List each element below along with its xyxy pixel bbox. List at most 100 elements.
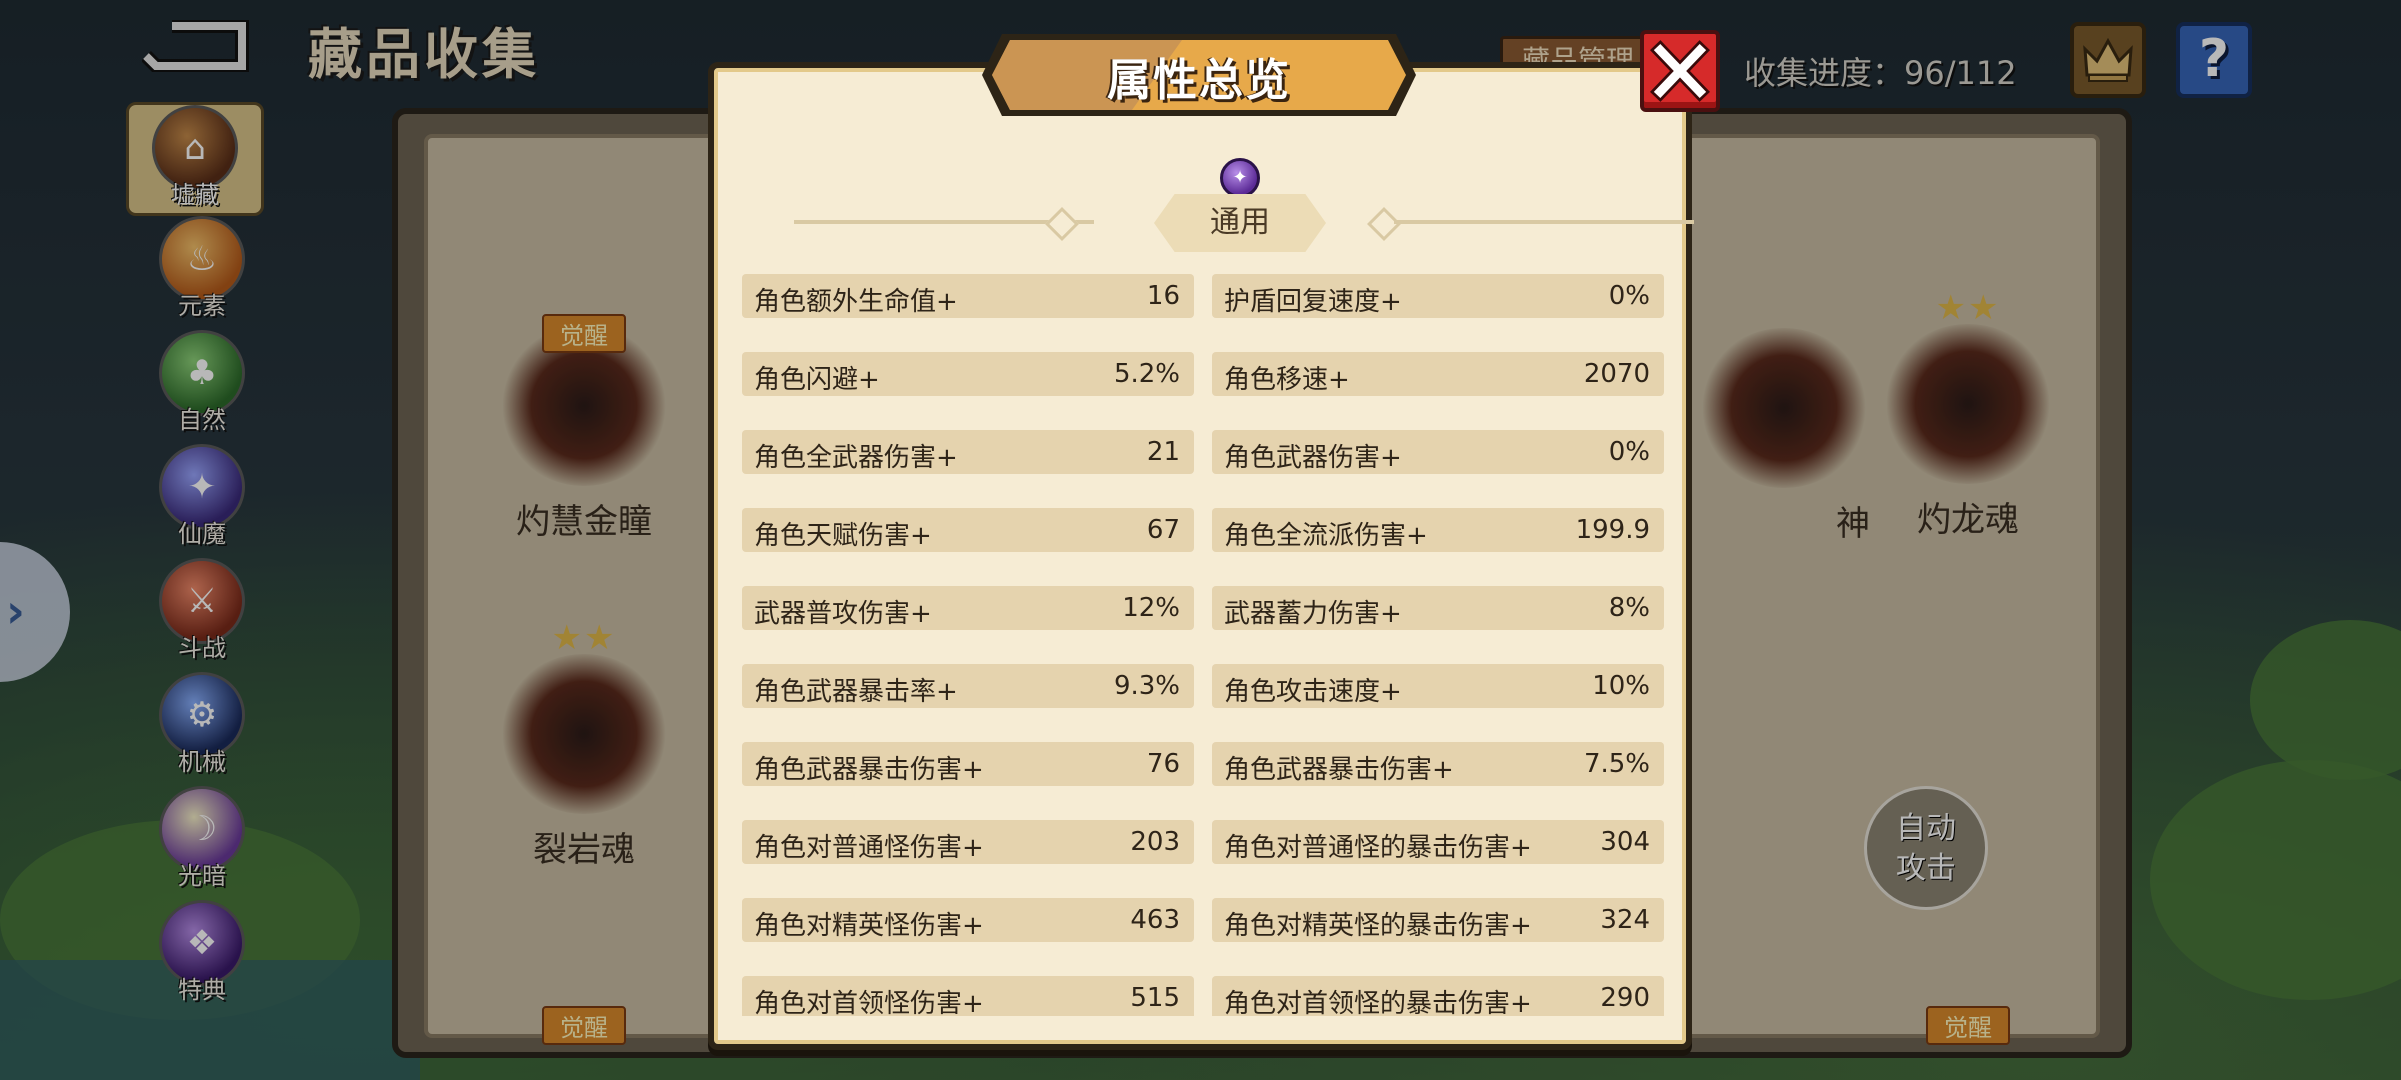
stat-name: 武器普攻伤害+ [754, 599, 932, 629]
stat-row: 角色武器伤害+ 0% [1212, 430, 1664, 474]
relic-art [1883, 324, 2053, 484]
attribute-overview-modal: 属性总览 ✦ 通用 角色额外生命值+ 16 护盾回复速度+ 0% 角色闪避+ 5.2% 角色… [708, 34, 1694, 1050]
sidebar-item-label: 特典 [178, 976, 226, 1004]
stat-row: 角色天赋伤害+ 67 [742, 508, 1194, 552]
sidebar-item-label: 自然 [178, 406, 226, 434]
stat-value: 21 [1146, 437, 1180, 467]
stat-row: 角色攻击速度+ 10% [1212, 664, 1664, 708]
chevron-right-icon: › [6, 584, 25, 638]
stat-row: 角色移速+ 2070 [1212, 352, 1664, 396]
stat-value: 5.2% [1113, 359, 1180, 389]
sidebar-item-label: 光暗 [178, 862, 226, 890]
relic-name: 裂岩魂 [533, 830, 635, 870]
stat-name: 角色对首领怪的暴击伤害+ [1224, 989, 1532, 1016]
sidebar-item-yuansu[interactable]: ♨ 元素 [128, 216, 276, 330]
stat-row: 角色额外生命值+ 16 [742, 274, 1194, 318]
stat-row: 角色对首领怪的暴击伤害+ 290 [1212, 976, 1664, 1016]
sidebar-item-guangan[interactable]: ☽ 光暗 [128, 786, 276, 900]
stat-row: 角色对首领怪伤害+ 515 [742, 976, 1194, 1016]
stat-name: 武器蓄力伤害+ [1224, 599, 1402, 629]
relic-card[interactable]: ★★ 灼龙魂 [1868, 288, 2068, 541]
sidebar-item-xucang[interactable]: ⌂ 墟藏 [126, 102, 264, 216]
stat-value: 7.5% [1583, 749, 1650, 779]
sidebar-item-label: 墟藏 [171, 181, 219, 209]
stat-name: 角色对首领怪伤害+ [754, 989, 984, 1016]
stat-row: 角色武器暴击伤害+ 7.5% [1212, 742, 1664, 786]
auto-attack-label-2: 攻击 [1896, 851, 1956, 886]
sidebar-item-jixie[interactable]: ⚙ 机械 [128, 672, 276, 786]
stat-row: 角色对精英怪的暴击伤害+ 324 [1212, 898, 1664, 942]
sidebar-item-label: 元素 [178, 292, 226, 320]
stat-name: 角色攻击速度+ [1224, 677, 1402, 707]
relic-card[interactable]: ★★ 裂岩魂 [484, 618, 684, 871]
collection-progress: 收集进度：96/112 [1744, 48, 2017, 94]
relic-card[interactable]: 神 [1684, 328, 1884, 545]
sidebar-item-xianmo[interactable]: ✦ 仙魔 [128, 444, 276, 558]
stat-value: 67 [1146, 515, 1180, 545]
crown-icon [2083, 37, 2133, 82]
stat-name: 角色对普通怪的暴击伤害+ [1224, 833, 1532, 863]
stat-name: 角色额外生命值+ [754, 287, 958, 317]
stat-row: 角色对普通怪的暴击伤害+ 304 [1212, 820, 1664, 864]
stat-name: 角色天赋伤害+ [754, 521, 932, 551]
awaken-badge: 觉醒 [1926, 1006, 2010, 1045]
question-icon: ? [2198, 29, 2230, 89]
auto-attack-label-1: 自动 [1896, 811, 1956, 846]
category-sidebar: ⌂ 墟藏 ♨ 元素 ♣ 自然 ✦ 仙魔 ⚔ 斗战 ⚙ 机械 ☽ 光暗 ❖ 特典 [126, 102, 276, 1014]
gem-icon: ✦ [1220, 158, 1260, 198]
stat-name: 角色武器暴击率+ [754, 677, 958, 707]
stat-name: 护盾回复速度+ [1224, 287, 1402, 317]
relic-art [499, 654, 669, 814]
stats-list[interactable]: 角色额外生命值+ 16 护盾回复速度+ 0% 角色闪避+ 5.2% 角色移速+ 2070 角色全… [742, 274, 1666, 1016]
relic-name: 灼慧金瞳 [516, 502, 652, 542]
crown-button[interactable] [2070, 22, 2146, 98]
relic-stars: ★★ [551, 618, 617, 658]
sidebar-item-douzhan[interactable]: ⚔ 斗战 [128, 558, 276, 672]
help-button[interactable]: ? [2176, 22, 2252, 98]
stat-value: 304 [1600, 827, 1650, 857]
close-button[interactable] [1640, 30, 1720, 112]
back-button[interactable] [141, 19, 254, 73]
stat-name: 角色移速+ [1224, 365, 1350, 395]
page-title: 藏品收集 [308, 23, 540, 86]
stat-row: 角色对普通怪伤害+ 203 [742, 820, 1194, 864]
sidebar-item-ziran[interactable]: ♣ 自然 [128, 330, 276, 444]
stat-value: 203 [1130, 827, 1180, 857]
stat-row: 角色对精英怪伤害+ 463 [742, 898, 1194, 942]
relic-name: 灼龙魂 [1917, 500, 2019, 540]
sidebar-item-tedian[interactable]: ❖ 特典 [128, 900, 276, 1014]
stat-row: 角色闪避+ 5.2% [742, 352, 1194, 396]
stat-value: 2070 [1583, 359, 1650, 389]
stat-value: 0% [1608, 281, 1650, 311]
stat-value: 324 [1600, 905, 1650, 935]
back-arrow-icon [141, 19, 249, 73]
stat-name: 角色对普通怪伤害+ [754, 833, 984, 863]
stat-value: 463 [1130, 905, 1180, 935]
stat-name: 角色武器暴击伤害+ [754, 755, 984, 785]
stat-row: 角色全流派伤害+ 199.9 [1212, 508, 1664, 552]
stat-value: 12% [1122, 593, 1180, 623]
stat-name: 角色对精英怪伤害+ [754, 911, 984, 941]
sidebar-item-label: 机械 [178, 748, 226, 776]
sidebar-item-label: 斗战 [178, 634, 226, 662]
auto-attack-button[interactable]: 自动 攻击 [1864, 786, 1988, 910]
stat-value: 10% [1592, 671, 1650, 701]
stat-row: 武器普攻伤害+ 12% [742, 586, 1194, 630]
close-icon [1650, 40, 1710, 102]
stat-value: 199.9 [1575, 515, 1650, 545]
awaken-badge: 觉醒 [542, 314, 626, 353]
awaken-badge: 觉醒 [542, 1006, 626, 1045]
relic-stars: ★★ [1935, 288, 2001, 328]
stat-name: 角色全武器伤害+ [754, 443, 958, 473]
stat-row: 武器蓄力伤害+ 8% [1212, 586, 1664, 630]
stat-name: 角色全流派伤害+ [1224, 521, 1428, 551]
stat-value: 0% [1608, 437, 1650, 467]
modal-title: 属性总览 [1107, 55, 1291, 106]
stat-name: 角色对精英怪的暴击伤害+ [1224, 911, 1532, 941]
section-tab-general[interactable]: 通用 [1154, 194, 1326, 252]
stat-name: 角色武器伤害+ [1224, 443, 1402, 473]
relic-art [1699, 328, 1869, 488]
progress-label: 收集进度： [1744, 54, 1905, 92]
stat-row: 护盾回复速度+ 0% [1212, 274, 1664, 318]
relic-card[interactable]: 觉醒 灼慧金瞳 [484, 314, 684, 543]
